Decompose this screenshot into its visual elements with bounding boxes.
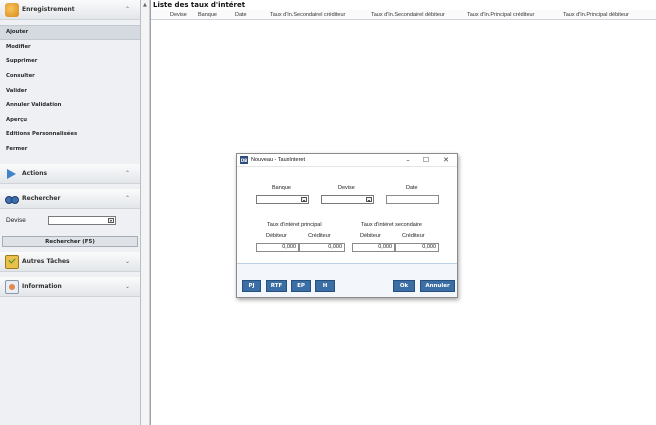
nouveau-tauxinteret-dialog: DB Nouveau - TauxInteret – ☐ ✕ Banque De… — [236, 153, 458, 298]
collapse-chevron-icon[interactable]: ⌃ — [125, 170, 130, 177]
devise-label: Devise — [338, 185, 355, 191]
menu-item-editions-personnalisees[interactable]: Editions Personnalisées — [0, 127, 140, 142]
info-icon — [5, 279, 19, 294]
menu-item-ajouter[interactable]: Ajouter — [0, 25, 140, 40]
panel-title: Rechercher — [22, 195, 61, 203]
column-header-date[interactable]: Date — [235, 12, 247, 18]
secondaire-debiteur-label: Débiteur — [360, 233, 381, 239]
panel-title: Information — [22, 283, 62, 291]
column-header-secondaire-crediteur[interactable]: Taux d'In.Secondairel créditeur — [270, 12, 345, 18]
devise-label: Devise — [6, 216, 26, 224]
menu-item-consulter[interactable]: Consulter — [0, 69, 140, 84]
sidebar: Enregistrement ⌃ Ajouter Modifier Suppri… — [0, 0, 141, 425]
sidebar-scrollbar[interactable]: ▲ — [141, 0, 150, 425]
panel-header-autres-taches[interactable]: Autres Tâches ⌄ — [0, 252, 140, 273]
column-header-secondaire-debiteur[interactable]: Taux d'In.Secondairel débiteur — [371, 12, 445, 18]
tasks-icon — [5, 254, 19, 269]
banque-label: Banque — [272, 185, 291, 191]
ep-button[interactable]: EP — [291, 280, 311, 292]
pen-icon — [5, 2, 19, 17]
secondaire-group-label: Taux d'intéret secondaire — [361, 222, 422, 228]
secondaire-crediteur-label: Créditeur — [402, 233, 425, 239]
panel-title: Actions — [22, 170, 48, 178]
pj-button[interactable]: PJ — [242, 280, 261, 292]
app-icon: DB — [240, 156, 248, 164]
play-icon — [7, 168, 16, 179]
page-title: Liste des taux d'intéret — [153, 1, 246, 9]
dropdown-arrow-icon[interactable] — [366, 197, 372, 202]
date-input[interactable] — [386, 195, 439, 204]
scroll-up-icon[interactable]: ▲ — [143, 2, 147, 8]
date-label: Date — [406, 185, 418, 191]
minimize-icon[interactable]: – — [403, 156, 413, 164]
panel-header-rechercher[interactable]: Rechercher ⌃ — [0, 189, 140, 210]
column-header-devise[interactable]: Devise — [170, 12, 187, 18]
column-header-banque[interactable]: Banque — [198, 12, 217, 18]
menu-item-apercu[interactable]: Aperçu — [0, 113, 140, 128]
principal-debiteur-input[interactable]: 0,000 — [256, 243, 299, 252]
dialog-titlebar[interactable]: DB Nouveau - TauxInteret – ☐ ✕ — [237, 154, 457, 167]
principal-debiteur-label: Débiteur — [266, 233, 287, 239]
principal-crediteur-label: Créditeur — [308, 233, 331, 239]
secondaire-crediteur-input[interactable]: 0,000 — [395, 243, 439, 252]
panel-title: Enregistrement — [22, 6, 75, 13]
devise-filter-row: Devise — [0, 209, 140, 231]
panel-header-information[interactable]: Information ⌄ — [0, 277, 140, 298]
menu-item-fermer[interactable]: Fermer — [0, 142, 140, 157]
expand-chevron-icon[interactable]: ⌄ — [125, 258, 130, 265]
maximize-icon[interactable]: ☐ — [421, 156, 431, 164]
panel-header-enregistrement[interactable]: Enregistrement ⌃ — [0, 0, 140, 20]
dialog-footer: PJ RTF EP H Ok Annuler — [237, 264, 457, 297]
menu-item-supprimer[interactable]: Supprimer — [0, 54, 140, 69]
collapse-chevron-icon[interactable]: ⌃ — [125, 195, 130, 202]
devise-select[interactable] — [321, 195, 374, 204]
menu-item-annuler-validation[interactable]: Annuler Validation — [0, 98, 140, 113]
principal-group-label: Taux d'intéret principal — [267, 222, 322, 228]
banque-select[interactable] — [256, 195, 309, 204]
menu-item-modifier[interactable]: Modifier — [0, 40, 140, 55]
collapse-chevron-icon[interactable]: ⌃ — [125, 6, 130, 13]
panel-title: Autres Tâches — [22, 258, 70, 266]
dialog-title: Nouveau - TauxInteret — [251, 157, 306, 163]
rtf-button[interactable]: RTF — [266, 280, 287, 292]
close-icon[interactable]: ✕ — [441, 156, 451, 164]
h-button[interactable]: H — [315, 280, 335, 292]
binoculars-icon — [5, 194, 19, 204]
devise-select[interactable] — [48, 215, 116, 225]
ok-button[interactable]: Ok — [393, 280, 415, 292]
panel-header-actions[interactable]: Actions ⌃ — [0, 164, 140, 185]
menu-item-valider[interactable]: Valider — [0, 83, 140, 98]
principal-crediteur-input[interactable]: 0,000 — [299, 243, 345, 252]
table-header: Devise Banque Date Taux d'In.Secondairel… — [151, 10, 656, 20]
annuler-button[interactable]: Annuler — [420, 280, 455, 292]
expand-chevron-icon[interactable]: ⌄ — [125, 283, 130, 290]
column-header-principal-crediteur[interactable]: Taux d'In.Principal créditeur — [467, 12, 534, 18]
rechercher-button[interactable]: Rechercher (F5) — [2, 236, 138, 248]
column-header-principal-debiteur[interactable]: Taux d'In.Principal débiteur — [563, 12, 629, 18]
secondaire-debiteur-input[interactable]: 0,000 — [352, 243, 395, 252]
dropdown-arrow-icon[interactable] — [108, 217, 114, 223]
dropdown-arrow-icon[interactable] — [301, 197, 307, 202]
